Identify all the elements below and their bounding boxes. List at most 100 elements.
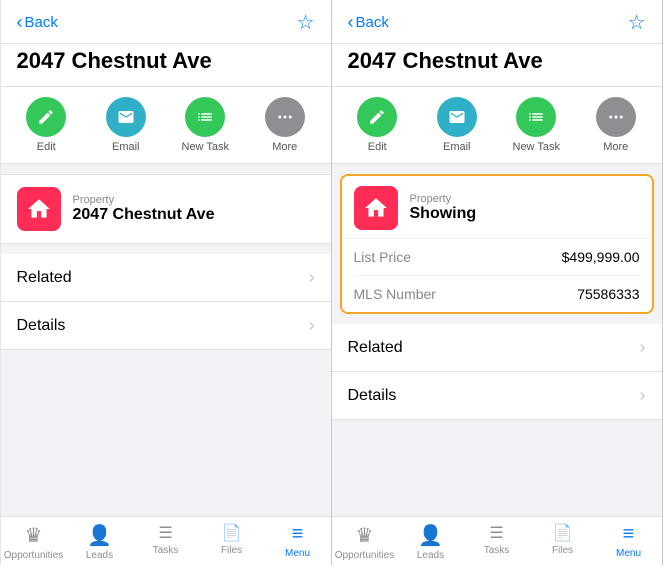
- details-label-right: Details: [348, 387, 397, 405]
- property-icon: [17, 187, 61, 231]
- related-label-right: Related: [348, 339, 403, 357]
- tasks-nav-label-right: Tasks: [484, 545, 510, 556]
- new-task-label: New Task: [182, 141, 229, 153]
- nav-files-right[interactable]: 📄 Files: [530, 523, 596, 561]
- nav-leads[interactable]: 👤 Leads: [67, 523, 133, 561]
- page-title-right: 2047 Chestnut Ave: [332, 44, 662, 87]
- details-chevron-right-icon: ›: [640, 385, 646, 406]
- nav-opportunities-right[interactable]: ♛ Opportunities: [332, 523, 398, 561]
- nav-tasks-right[interactable]: ☰ Tasks: [464, 523, 530, 561]
- files-right-icon: 📄: [553, 523, 573, 543]
- email-action[interactable]: Email: [88, 97, 164, 153]
- new-task-icon-circle-right: [516, 97, 556, 137]
- panel-right: ‹ Back ☆ 2047 Chestnut Ave Edit Email Ne…: [332, 0, 663, 565]
- mls-label: MLS Number: [354, 286, 436, 302]
- more-action[interactable]: More: [247, 97, 323, 153]
- detail-rows-container: List Price $499,999.00 MLS Number 755863…: [342, 239, 652, 312]
- highlighted-card-container[interactable]: Property Showing List Price $499,999.00 …: [340, 174, 654, 314]
- property-name: 2047 Chestnut Ave: [73, 206, 215, 224]
- new-task-action[interactable]: New Task: [168, 97, 244, 153]
- email-icon-circle-right: [437, 97, 477, 137]
- leads-right-icon: 👤: [418, 523, 443, 548]
- related-label: Related: [17, 269, 72, 287]
- leads-nav-label-right: Leads: [417, 550, 444, 561]
- menu-nav-label: Menu: [285, 548, 310, 559]
- opportunities-nav-label: Opportunities: [4, 550, 63, 561]
- email-icon-circle: [106, 97, 146, 137]
- bottom-nav-right: ♛ Opportunities 👤 Leads ☰ Tasks 📄 Files …: [332, 516, 662, 565]
- header-left: ‹ Back ☆: [1, 0, 331, 44]
- list-price-label: List Price: [354, 249, 412, 265]
- files-nav-label: Files: [221, 545, 242, 556]
- related-section[interactable]: Related ›: [1, 254, 331, 302]
- mls-value: 75586333: [577, 286, 639, 302]
- more-label-right: More: [603, 141, 628, 153]
- list-price-value: $499,999.00: [562, 249, 640, 265]
- highlighted-property-card: Property Showing: [342, 176, 652, 239]
- details-chevron-icon: ›: [309, 315, 315, 336]
- nav-menu[interactable]: ≡ Menu: [265, 523, 331, 561]
- back-chevron-icon: ‹: [17, 13, 23, 31]
- property-info: Property 2047 Chestnut Ave: [73, 194, 215, 224]
- tasks-nav-label: Tasks: [153, 545, 179, 556]
- menu-right-icon: ≡: [623, 523, 635, 546]
- menu-nav-label-right: Menu: [616, 548, 641, 559]
- related-chevron-icon: ›: [309, 267, 315, 288]
- edit-action-right[interactable]: Edit: [340, 97, 416, 153]
- favorite-right-icon[interactable]: ☆: [628, 10, 646, 35]
- edit-label-right: Edit: [368, 141, 387, 153]
- property-type-label: Property: [73, 194, 215, 206]
- edit-icon-circle: [26, 97, 66, 137]
- nav-leads-right[interactable]: 👤 Leads: [398, 523, 464, 561]
- opportunities-icon: ♛: [25, 523, 43, 548]
- new-task-icon-circle: [185, 97, 225, 137]
- files-icon: 📄: [222, 523, 242, 543]
- new-task-action-right[interactable]: New Task: [499, 97, 575, 153]
- details-section[interactable]: Details ›: [1, 302, 331, 350]
- menu-icon: ≡: [292, 523, 304, 546]
- tasks-icon: ☰: [158, 523, 172, 543]
- nav-files[interactable]: 📄 Files: [199, 523, 265, 561]
- favorite-icon[interactable]: ☆: [297, 10, 315, 35]
- edit-action[interactable]: Edit: [9, 97, 85, 153]
- more-action-right[interactable]: More: [578, 97, 654, 153]
- actions-bar: Edit Email New Task More: [1, 87, 331, 164]
- actions-bar-right: Edit Email New Task More: [332, 87, 662, 164]
- tasks-right-icon: ☰: [489, 523, 503, 543]
- related-chevron-right-icon: ›: [640, 337, 646, 358]
- panel-left: ‹ Back ☆ 2047 Chestnut Ave Edit Email Ne…: [1, 0, 332, 565]
- leads-nav-label: Leads: [86, 550, 113, 561]
- opportunities-right-icon: ♛: [356, 523, 374, 548]
- property-name-right: Showing: [410, 205, 477, 223]
- property-type-label-right: Property: [410, 193, 477, 205]
- edit-icon-circle-right: [357, 97, 397, 137]
- property-icon-right: [354, 186, 398, 230]
- back-button-right[interactable]: ‹ Back: [348, 14, 389, 31]
- header-right: ‹ Back ☆: [332, 0, 662, 44]
- back-label-right: Back: [356, 14, 389, 31]
- leads-icon: 👤: [87, 523, 112, 548]
- page-title: 2047 Chestnut Ave: [1, 44, 331, 87]
- back-chevron-right-icon: ‹: [348, 13, 354, 31]
- more-label: More: [272, 141, 297, 153]
- nav-menu-right[interactable]: ≡ Menu: [596, 523, 662, 561]
- related-section-right[interactable]: Related ›: [332, 324, 662, 372]
- more-icon-circle-right: [596, 97, 636, 137]
- property-card[interactable]: Property 2047 Chestnut Ave: [1, 174, 331, 244]
- details-label: Details: [17, 317, 66, 335]
- property-info-right: Property Showing: [410, 193, 477, 223]
- opportunities-nav-label-right: Opportunities: [335, 550, 394, 561]
- nav-tasks[interactable]: ☰ Tasks: [133, 523, 199, 561]
- back-button[interactable]: ‹ Back: [17, 14, 58, 31]
- bottom-nav-left: ♛ Opportunities 👤 Leads ☰ Tasks 📄 Files …: [1, 516, 331, 565]
- email-action-right[interactable]: Email: [419, 97, 495, 153]
- files-nav-label-right: Files: [552, 545, 573, 556]
- more-icon-circle: [265, 97, 305, 137]
- back-label: Back: [25, 14, 58, 31]
- new-task-label-right: New Task: [513, 141, 560, 153]
- edit-label: Edit: [37, 141, 56, 153]
- mls-number-row: MLS Number 75586333: [354, 276, 640, 312]
- list-price-row: List Price $499,999.00: [354, 239, 640, 276]
- details-section-right[interactable]: Details ›: [332, 372, 662, 420]
- nav-opportunities[interactable]: ♛ Opportunities: [1, 523, 67, 561]
